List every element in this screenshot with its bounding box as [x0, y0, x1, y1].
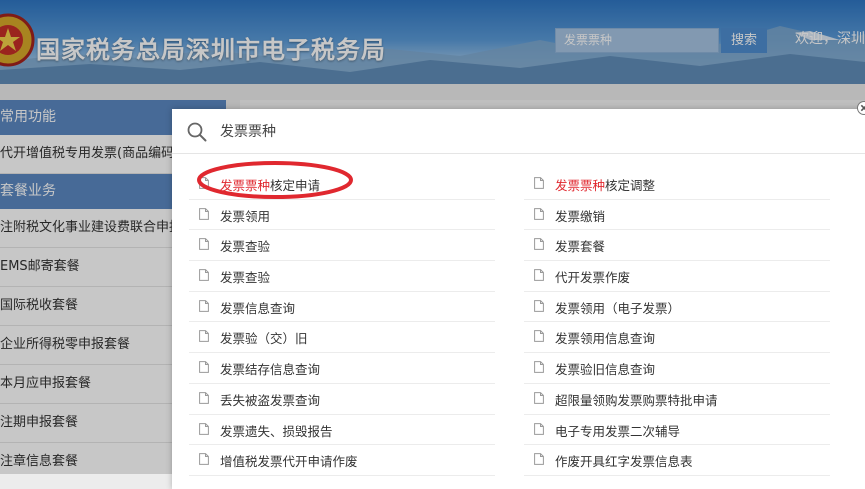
search-result-item[interactable]: 丢失被盗发票查询: [189, 384, 495, 415]
result-text: 增值税发票代开申请作废: [220, 454, 358, 469]
result-text: 代开发票作废: [555, 270, 630, 285]
document-icon: [534, 330, 544, 342]
search-result-label: 发票领用信息查询: [555, 328, 655, 347]
document-icon: [534, 208, 544, 220]
search-result-item[interactable]: 超限量领购发票购票特批申请: [524, 384, 830, 415]
result-text: 发票验旧信息查询: [555, 362, 655, 377]
magnifier-icon[interactable]: [186, 121, 208, 143]
result-text: 发票领用（电子发票）: [555, 301, 680, 316]
search-result-item[interactable]: 发票查验: [189, 230, 495, 261]
close-icon[interactable]: [857, 101, 865, 115]
modal-search-bar[interactable]: 发票票种: [172, 109, 865, 154]
document-icon: [534, 392, 544, 404]
result-text: 发票查验: [220, 270, 270, 285]
search-result-item[interactable]: 代开发票作废: [524, 261, 830, 292]
result-text: 丢失被盗发票查询: [220, 393, 320, 408]
search-result-label: 发票缴销: [555, 206, 605, 225]
document-icon: [199, 330, 209, 342]
search-result-item[interactable]: 发票领用信息查询: [524, 322, 830, 353]
document-icon: [534, 238, 544, 250]
search-result-label: 发票验（交）旧: [220, 328, 308, 347]
search-result-label: 发票遗失、损毁报告: [220, 421, 333, 440]
search-result-label: 代开发票作废: [555, 267, 630, 286]
search-result-label: 丢失被盗发票查询: [220, 390, 320, 409]
document-icon: [199, 361, 209, 373]
search-result-label: 发票票种核定调整: [555, 175, 655, 194]
red-circle-annotation: [195, 159, 355, 201]
result-text: 核定调整: [605, 178, 655, 193]
search-result-item[interactable]: 发票遗失、损毁报告: [189, 415, 495, 446]
result-text: 发票领用: [220, 209, 270, 224]
result-text: 发票遗失、损毁报告: [220, 424, 333, 439]
result-text: 发票领用信息查询: [555, 331, 655, 346]
search-result-item[interactable]: 发票套餐: [524, 230, 830, 261]
search-result-item[interactable]: 发票领用（电子发票）: [524, 292, 830, 323]
result-highlight: 发票票种: [555, 178, 605, 193]
document-icon: [199, 208, 209, 220]
search-result-label: 发票套餐: [555, 236, 605, 255]
search-result-item[interactable]: 电子专用发票二次辅导: [524, 415, 830, 446]
search-result-label: 超限量领购发票购票特批申请: [555, 390, 718, 409]
result-text: 发票缴销: [555, 209, 605, 224]
result-text: 电子专用发票二次辅导: [555, 424, 680, 439]
result-text: 发票套餐: [555, 239, 605, 254]
search-result-label: 发票查验: [220, 267, 270, 286]
document-icon: [534, 300, 544, 312]
search-result-label: 发票领用（电子发票）: [555, 298, 680, 317]
search-result-label: 作废开具红字发票信息表: [555, 451, 693, 470]
search-result-item[interactable]: 发票缴销: [524, 200, 830, 231]
search-query-input[interactable]: 发票票种: [220, 121, 276, 141]
search-result-item[interactable]: 发票信息查询: [189, 292, 495, 323]
search-result-label: 电子专用发票二次辅导: [555, 421, 680, 440]
search-result-label: 发票验旧信息查询: [555, 359, 655, 378]
result-text: 发票信息查询: [220, 301, 295, 316]
search-result-item[interactable]: 发票查验: [189, 261, 495, 292]
document-icon: [199, 269, 209, 281]
search-result-label: 发票查验: [220, 236, 270, 255]
document-icon: [199, 238, 209, 250]
document-icon: [534, 453, 544, 465]
document-icon: [534, 269, 544, 281]
search-result-item[interactable]: 发票领用: [189, 200, 495, 231]
search-result-label: 增值税发票代开申请作废: [220, 451, 358, 470]
search-result-item[interactable]: 发票票种核定调整: [524, 169, 830, 200]
document-icon: [199, 423, 209, 435]
result-text: 发票查验: [220, 239, 270, 254]
document-icon: [534, 177, 544, 189]
search-result-item[interactable]: 增值税发票代开申请作废: [189, 445, 495, 476]
search-result-item[interactable]: 发票结存信息查询: [189, 353, 495, 384]
results-column-right: 发票票种核定调整发票缴销发票套餐代开发票作废发票领用（电子发票） 发票领用信息查询…: [524, 169, 830, 476]
search-result-label: 发票领用: [220, 206, 270, 225]
results-column-left: 发票票种核定申请发票领用发票查验发票查验发票信息查询发票验（交）旧发票结存信息查…: [189, 169, 495, 476]
result-text: 超限量领购发票购票特批申请: [555, 393, 718, 408]
result-text: 发票结存信息查询: [220, 362, 320, 377]
search-result-label: 发票信息查询: [220, 298, 295, 317]
search-result-item[interactable]: 作废开具红字发票信息表: [524, 445, 830, 476]
document-icon: [199, 300, 209, 312]
result-text: 发票验（交）旧: [220, 331, 308, 346]
document-icon: [534, 423, 544, 435]
search-result-label: 发票结存信息查询: [220, 359, 320, 378]
search-result-item[interactable]: 发票验旧信息查询: [524, 353, 830, 384]
document-icon: [199, 453, 209, 465]
document-icon: [534, 361, 544, 373]
search-result-item[interactable]: 发票验（交）旧: [189, 322, 495, 353]
result-text: 作废开具红字发票信息表: [555, 454, 693, 469]
document-icon: [199, 392, 209, 404]
